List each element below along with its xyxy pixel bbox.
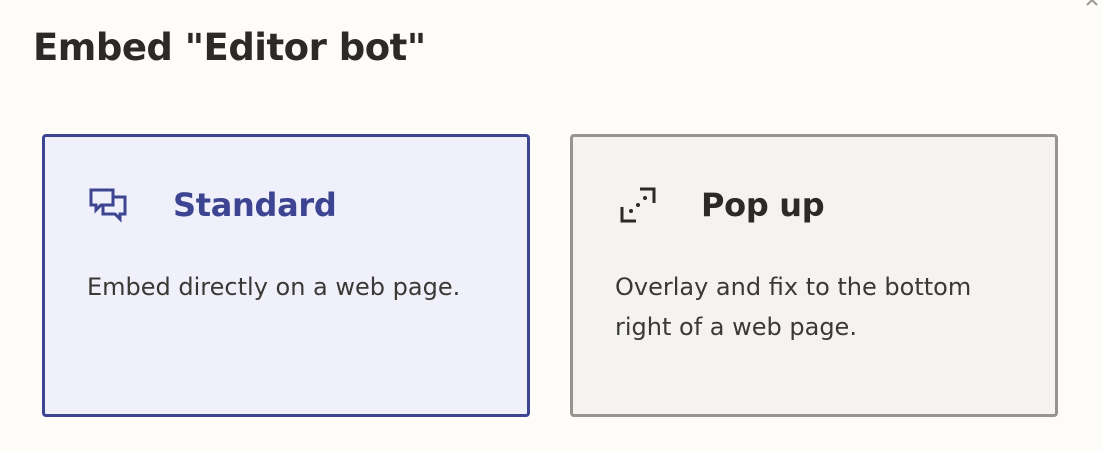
chat-bubbles-icon (89, 188, 127, 223)
close-icon[interactable] (1086, 0, 1098, 6)
embed-dialog: Embed "Editor bot" Standard Embed direct… (0, 0, 1102, 452)
option-label-standard: Standard (173, 186, 337, 224)
option-label-popup: Pop up (701, 186, 825, 224)
option-card-popup[interactable]: Pop up Overlay and fix to the bottom rig… (570, 134, 1058, 417)
popup-expand-icon (620, 187, 656, 223)
option-description-standard: Embed directly on a web page. (87, 273, 461, 301)
dialog-title: Embed "Editor bot" (33, 26, 426, 69)
option-description-popup: Overlay and fix to the bottom right of a… (615, 273, 972, 341)
option-card-standard[interactable]: Standard Embed directly on a web page. (42, 134, 530, 417)
